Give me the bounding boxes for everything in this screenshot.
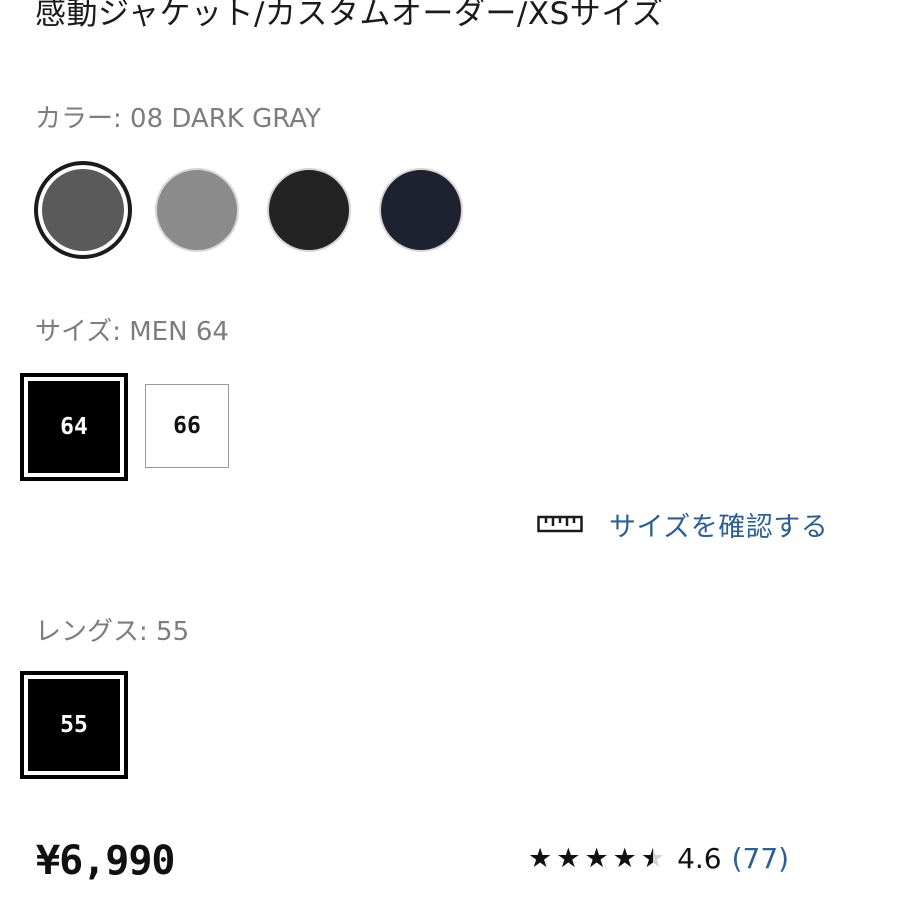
length-option-55[interactable]: 55 — [20, 671, 128, 779]
star-icon: ★ — [612, 842, 637, 874]
size-option-66[interactable]: 66 — [145, 384, 229, 468]
half-star-icon: ★★ — [640, 842, 666, 874]
star-icon: ★ — [528, 842, 553, 874]
rating[interactable]: ★ ★ ★ ★ ★★ 4.6 (77) — [528, 836, 789, 880]
rating-stars: ★ ★ ★ ★ ★★ — [528, 845, 665, 872]
length-label: レングス: 55 — [35, 617, 190, 647]
ruler-icon — [537, 515, 583, 533]
color-swatch-dark-gray[interactable] — [34, 161, 132, 259]
review-count-link[interactable]: (77) — [732, 842, 789, 875]
size-option-64[interactable]: 64 — [20, 373, 128, 481]
color-swatch-black[interactable] — [267, 168, 351, 252]
size-label: サイズ: MEN 64 — [35, 317, 229, 347]
color-label: カラー: 08 DARK GRAY — [35, 104, 321, 134]
product-title: 感動ジャケット/カスタムオーダー/XSサイズ — [35, 0, 664, 32]
color-swatch-gray[interactable] — [155, 168, 239, 252]
rating-value: 4.6 — [677, 841, 722, 875]
star-icon: ★ — [556, 842, 581, 874]
size-check-label: サイズを確認する — [609, 511, 829, 543]
size-check-link[interactable]: サイズを確認する — [537, 504, 828, 544]
color-swatch-navy[interactable] — [379, 168, 463, 252]
star-icon: ★ — [584, 842, 609, 874]
price: ¥6,990 — [36, 838, 175, 884]
